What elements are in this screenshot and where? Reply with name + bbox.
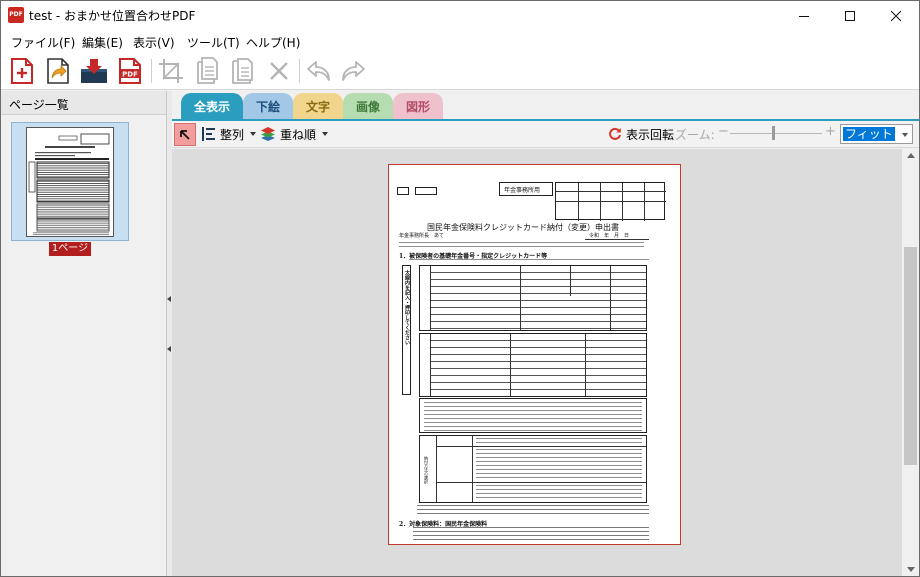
menu-bar: ファイル(F) 編集(E) 表示(V) ツール(T) ヘルプ(H) <box>1 30 919 52</box>
menu-view[interactable]: 表示(V) <box>133 34 175 51</box>
scroll-up-icon[interactable] <box>907 153 915 158</box>
pdf-export-icon: PDF <box>119 58 141 84</box>
close-icon <box>891 10 901 21</box>
document-canvas[interactable]: 年金事務所用 国民年金保険料クレジットカード納付（変更）申出書 令和 年 月 日… <box>172 149 902 576</box>
app-pdf-icon: PDF <box>8 7 24 23</box>
redo-icon <box>342 61 365 81</box>
main-toolbar: PDF <box>1 52 919 90</box>
page-list-panel: ページ一覧 1ページ <box>1 91 167 576</box>
zoom-select-value: フィット <box>843 127 895 141</box>
copy-page-button[interactable] <box>191 55 223 87</box>
tab-underlay[interactable]: 下絵 <box>243 93 293 119</box>
minimize-button[interactable] <box>781 1 827 30</box>
doc-date-label: 令和 年 月 日 <box>589 233 630 239</box>
scrollbar-thumb[interactable] <box>904 247 917 465</box>
page-thumbnail-selected[interactable] <box>11 122 129 241</box>
cursor-arrow-icon <box>180 129 190 140</box>
menu-tools[interactable]: ツール(T) <box>187 34 240 51</box>
align-icon <box>202 127 215 141</box>
zoom-out-button[interactable]: − <box>718 124 729 139</box>
open-file-icon <box>47 58 69 84</box>
pdf-export-button[interactable]: PDF <box>114 55 146 87</box>
rotate-icon <box>609 127 621 140</box>
chevron-down-icon <box>902 133 908 137</box>
tab-text[interactable]: 文字 <box>293 93 343 119</box>
collapse-left-icon[interactable] <box>167 346 171 352</box>
doc-side-note-box: 太線内を記入・押印してください <box>402 265 411 395</box>
vertical-scrollbar[interactable] <box>902 149 919 576</box>
doc-office-label: 年金事務所用 <box>504 187 541 194</box>
stack-order-dropdown[interactable]: 重ね順 <box>260 125 329 143</box>
import-button[interactable] <box>78 55 110 87</box>
toolbar-separator <box>151 59 152 83</box>
delete-button[interactable] <box>263 55 295 87</box>
tab-shape[interactable]: 図形 <box>393 93 443 119</box>
doc-addressee: 年金事務所長 あて <box>399 233 444 239</box>
rotate-view-button[interactable]: 表示回転 <box>608 125 674 143</box>
zoom-in-button[interactable]: + <box>825 124 836 139</box>
doc-basic-number-block <box>419 265 647 331</box>
undo-icon <box>307 61 330 81</box>
page-list-header: ページ一覧 <box>1 91 166 115</box>
toolbar-separator <box>299 59 300 83</box>
select-tool-button[interactable] <box>174 123 196 146</box>
new-file-button[interactable] <box>6 55 38 87</box>
app-window: PDF test - おまかせ位置合わせPDF ファイル(F) 編集(E) 表示… <box>0 0 920 577</box>
doc-payment-label: 納付方法の選択 <box>424 456 429 484</box>
doc-side-note: 太線内を記入・押印してください <box>404 270 410 345</box>
view-toolbar: 整列 重ね順 表示回転 ズーム: − + フィット <box>172 121 919 148</box>
copy-page-icon <box>197 57 218 84</box>
open-file-button[interactable] <box>42 55 74 87</box>
align-label: 整列 <box>220 127 245 142</box>
doc-stamp-table <box>555 182 666 221</box>
doc-office-box: 年金事務所用 <box>499 182 553 196</box>
menu-edit[interactable]: 編集(E) <box>82 34 123 51</box>
doc-small-box <box>397 187 409 195</box>
maximize-icon <box>845 10 855 21</box>
doc-credit-card-block <box>419 333 647 397</box>
page-thumbnail-image <box>26 127 114 237</box>
page-thumbnail-label: 1ページ <box>49 242 91 256</box>
new-file-icon <box>11 58 33 84</box>
zoom-select[interactable]: フィット <box>840 124 913 144</box>
chevron-down-icon <box>250 132 257 136</box>
delete-icon <box>270 62 288 80</box>
menu-file[interactable]: ファイル(F) <box>11 34 75 51</box>
paste-page-icon <box>232 58 253 84</box>
align-dropdown[interactable]: 整列 <box>202 125 257 143</box>
layers-icon <box>261 127 275 141</box>
minimize-icon <box>799 15 809 17</box>
layer-tabs: 全表示 下絵 文字 画像 図形 <box>172 91 919 119</box>
maximize-button[interactable] <box>827 1 873 30</box>
crop-icon <box>159 59 183 83</box>
scroll-down-icon[interactable] <box>907 567 915 572</box>
close-button[interactable] <box>873 1 919 30</box>
zoom-label: ズーム: <box>675 128 715 142</box>
window-title: test - おまかせ位置合わせPDF <box>29 9 196 23</box>
doc-payment-method-block: 納付方法の選択 <box>419 435 647 503</box>
paste-page-button[interactable] <box>227 55 259 87</box>
chevron-down-icon <box>322 132 329 136</box>
collapse-left-icon[interactable] <box>167 296 171 302</box>
doc-small-box <box>415 187 437 195</box>
svg-text:PDF: PDF <box>122 71 138 79</box>
thumbnail-document-preview <box>28 133 110 236</box>
doc-card-brand-list <box>419 398 647 433</box>
document-page[interactable]: 年金事務所用 国民年金保険料クレジットカード納付（変更）申出書 令和 年 月 日… <box>388 164 681 545</box>
page-list-title: ページ一覧 <box>9 98 69 112</box>
import-icon <box>81 59 107 83</box>
crop-button[interactable] <box>155 55 187 87</box>
undo-button[interactable] <box>303 55 335 87</box>
tab-image[interactable]: 画像 <box>343 93 393 119</box>
rotate-view-label: 表示回転 <box>626 127 675 142</box>
redo-button[interactable] <box>337 55 369 87</box>
tab-show-all[interactable]: 全表示 <box>181 93 243 119</box>
zoom-slider-track[interactable] <box>730 133 822 134</box>
menu-help[interactable]: ヘルプ(H) <box>246 34 300 51</box>
stack-order-label: 重ね順 <box>280 127 317 142</box>
title-bar: PDF test - おまかせ位置合わせPDF <box>1 1 919 30</box>
zoom-slider-thumb[interactable] <box>772 126 775 140</box>
